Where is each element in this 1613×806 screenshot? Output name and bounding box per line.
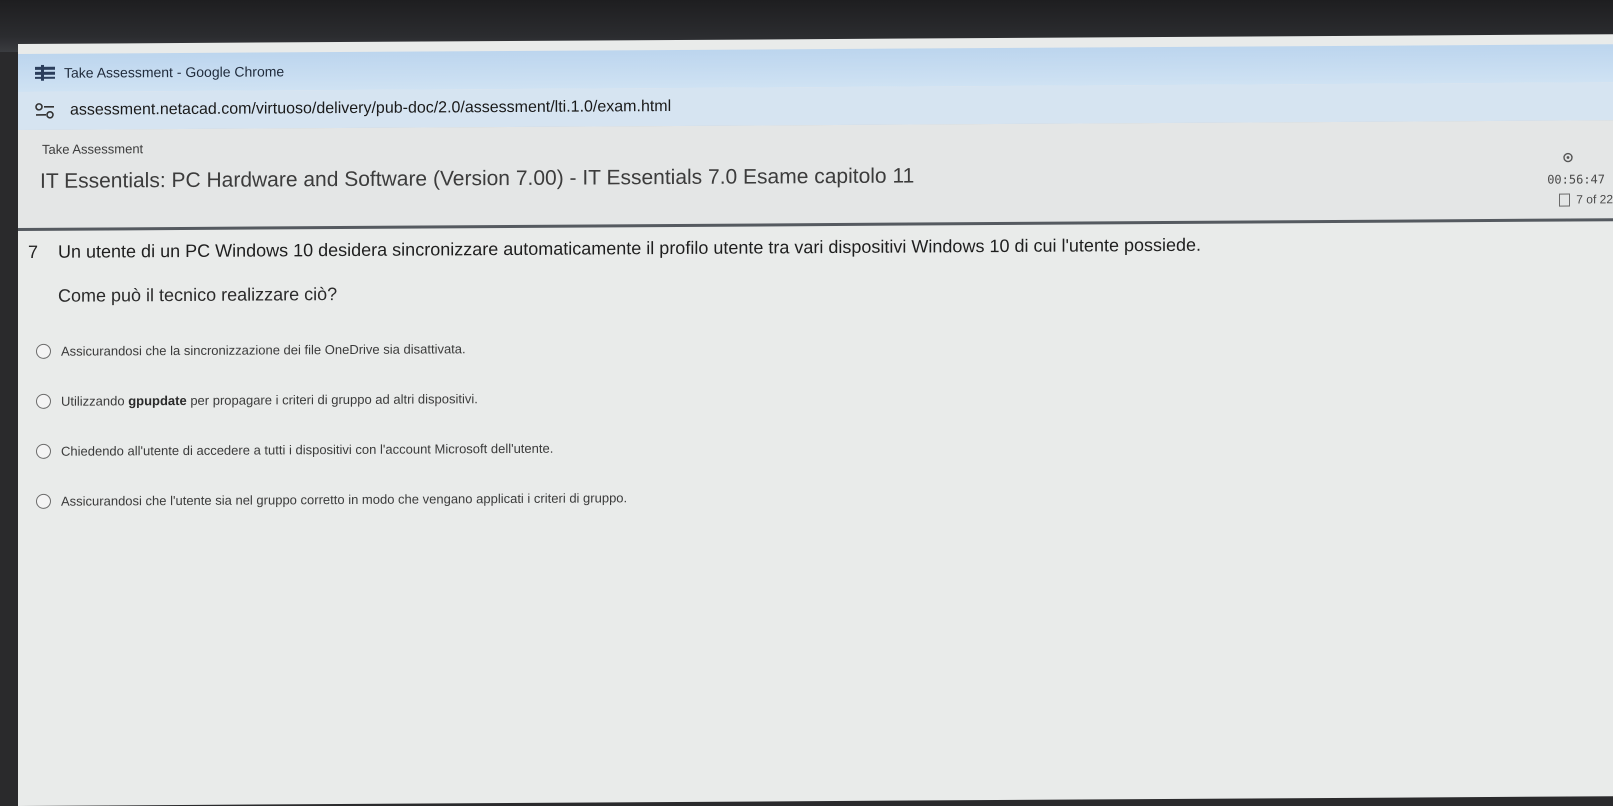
question-block: 7 Un utente di un PC Windows 10 desidera… <box>28 232 1588 306</box>
exam-title: IT Essentials: PC Hardware and Software … <box>40 164 915 193</box>
browser-window: Take Assessment - Google Chrome assessme… <box>18 34 1613 806</box>
question-counter: 7 of 22 <box>1559 192 1613 206</box>
answer-option-3[interactable]: Chiedendo all'utente di accedere a tutti… <box>36 437 553 462</box>
radio-button[interactable] <box>36 443 51 459</box>
question-prompt: Come può il tecnico realizzare ciò? <box>58 284 338 306</box>
answer-label-post: per propagare i criteri di gruppo ad alt… <box>186 390 478 408</box>
answer-label-command: gpupdate <box>128 392 187 408</box>
timer-icon <box>1563 152 1573 163</box>
site-info-icon[interactable] <box>34 102 56 120</box>
radio-button[interactable] <box>36 393 51 409</box>
answer-option-4[interactable]: Assicurandosi che l'utente sia nel grupp… <box>36 486 627 512</box>
radio-button[interactable] <box>36 493 51 509</box>
breadcrumb[interactable]: Take Assessment <box>42 141 143 157</box>
answer-options: Assicurandosi che la sincronizzazione de… <box>36 331 1436 509</box>
question-progress: 7 of 22 <box>1576 192 1613 207</box>
answer-label: Assicurandosi che la sincronizzazione de… <box>61 340 466 359</box>
answer-label: Utilizzando gpupdate per propagare i cri… <box>61 391 478 409</box>
answer-option-2[interactable]: Utilizzando gpupdate per propagare i cri… <box>36 387 478 412</box>
answer-option-1[interactable]: Assicurandosi che la sincronizzazione de… <box>36 337 466 362</box>
answer-label: Chiedendo all'utente di accedere a tutti… <box>61 440 554 459</box>
radio-button[interactable] <box>36 343 51 359</box>
netacad-app-icon <box>34 64 56 81</box>
answer-label: Assicurandosi che l'utente sia nel grupp… <box>61 489 628 509</box>
answer-label-pre: Utilizzando <box>61 392 129 409</box>
document-icon <box>1559 193 1571 207</box>
question-text: Un utente di un PC Windows 10 desidera s… <box>58 234 1202 262</box>
question-number: 7 <box>28 241 39 262</box>
window-title: Take Assessment - Google Chrome <box>64 63 285 81</box>
url-text[interactable]: assessment.netacad.com/virtuoso/delivery… <box>70 98 671 120</box>
time-remaining: 00:56:47 <box>1547 172 1605 187</box>
assessment-header: Take Assessment IT Essentials: PC Hardwa… <box>18 120 1613 231</box>
